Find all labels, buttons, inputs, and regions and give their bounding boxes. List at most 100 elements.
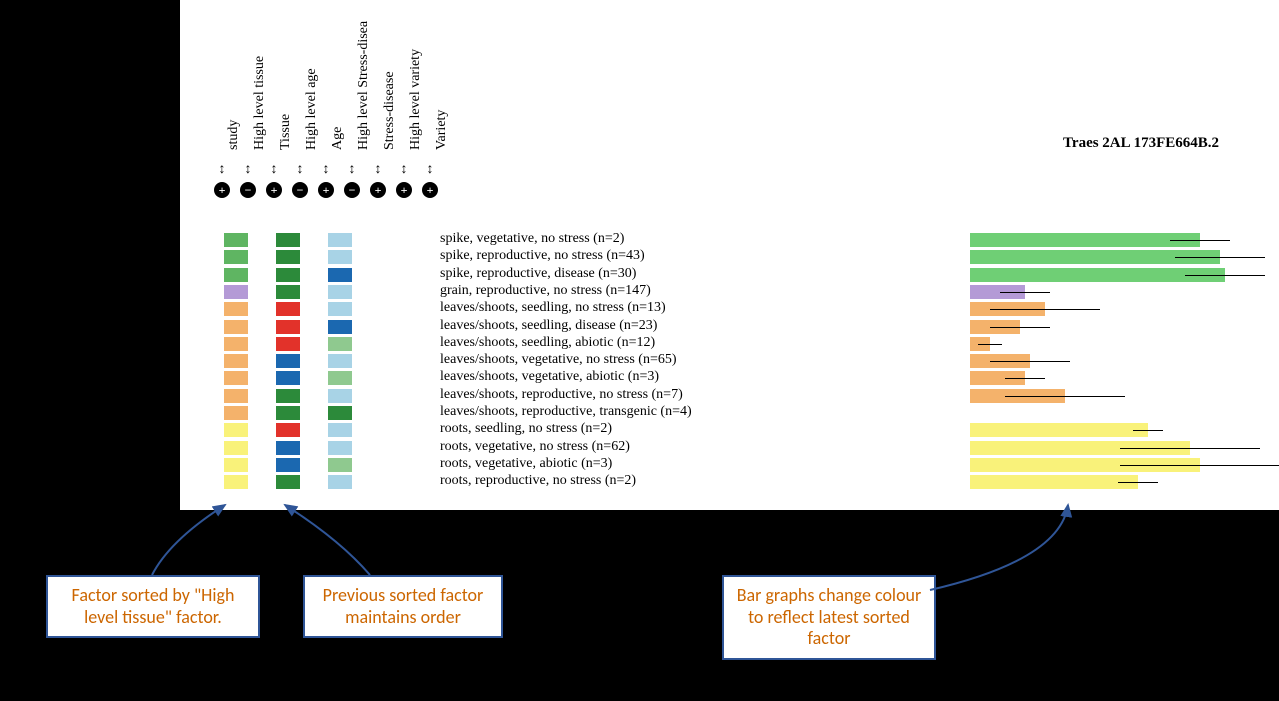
heat-cell [224,441,248,455]
sort-arrow-icon[interactable]: ↕ [219,162,226,178]
row-label: roots, vegetative, no stress (n=62) [440,439,630,455]
data-row: leaves/shoots, vegetative, no stress (n=… [180,353,980,370]
row-label: spike, reproductive, no stress (n=43) [440,248,645,264]
heat-cell [328,475,352,489]
column-label: Stress-disease [382,71,398,150]
sort-arrow-icon[interactable]: ↕ [271,162,278,178]
data-row: spike, reproductive, disease (n=30) [180,267,980,284]
heat-cell [224,406,248,420]
heat-cell [224,302,248,316]
heat-cell [224,389,248,403]
annotation-callout: Previous sorted factor maintains order [303,575,503,638]
heat-cell [224,371,248,385]
data-row: leaves/shoots, vegetative, abiotic (n=3) [180,370,980,387]
row-label: leaves/shoots, vegetative, no stress (n=… [440,352,677,368]
sort-arrow-icon[interactable]: ↕ [375,162,382,178]
column-controls: ↕+ [370,162,386,198]
error-bar [1120,465,1279,466]
sort-arrow-icon[interactable]: ↕ [323,162,330,178]
data-row: grain, reproductive, no stress (n=147) [180,284,980,301]
sort-arrow-icon[interactable]: ↕ [245,162,252,178]
error-bar [990,309,1100,310]
row-label: grain, reproductive, no stress (n=147) [440,283,651,299]
heat-cell [328,285,352,299]
heat-cell [224,337,248,351]
expand-button[interactable]: + [422,182,438,198]
data-row: spike, vegetative, no stress (n=2) [180,232,980,249]
sort-arrow-icon[interactable]: ↕ [427,162,434,178]
heat-cell [276,285,300,299]
row-label: leaves/shoots, seedling, disease (n=23) [440,318,657,334]
expand-button[interactable]: + [370,182,386,198]
heat-cell [328,302,352,316]
collapse-button[interactable]: − [344,182,360,198]
data-row: roots, reproductive, no stress (n=2) [180,474,980,491]
column-controls: ↕+ [318,162,334,198]
error-bar [1118,482,1158,483]
column-controls: ↕+ [266,162,282,198]
column-label: High level Stress-disea [356,21,372,150]
heat-cell [276,233,300,247]
row-label: leaves/shoots, vegetative, abiotic (n=3) [440,369,659,385]
expression-bar [970,475,1138,489]
heat-cell [276,441,300,455]
column-controls: ↕+ [214,162,230,198]
error-bar [1185,275,1265,276]
heat-cell [276,268,300,282]
data-row: leaves/shoots, seedling, disease (n=23) [180,319,980,336]
row-label: spike, reproductive, disease (n=30) [440,266,636,282]
row-label: spike, vegetative, no stress (n=2) [440,231,624,247]
row-label: leaves/shoots, seedling, abiotic (n=12) [440,335,655,351]
heat-cell [224,423,248,437]
expand-button[interactable]: + [266,182,282,198]
data-row: spike, reproductive, no stress (n=43) [180,249,980,266]
column-label: Tissue [278,114,294,150]
heat-cell [328,458,352,472]
heat-cell [328,389,352,403]
heat-cell [276,250,300,264]
data-row: leaves/shoots, reproductive, no stress (… [180,388,980,405]
column-label: High level tissue [252,56,268,150]
heat-cell [328,406,352,420]
heat-cell [276,423,300,437]
column-label: study [226,120,242,150]
expression-panel: study↕+High level tissue↕−Tissue↕+High l… [180,0,1279,510]
heat-cell [224,320,248,334]
row-label: roots, seedling, no stress (n=2) [440,421,612,437]
expand-button[interactable]: + [214,182,230,198]
heat-cell [276,320,300,334]
data-row: leaves/shoots, seedling, no stress (n=13… [180,301,980,318]
heat-cell [328,268,352,282]
collapse-button[interactable]: − [292,182,308,198]
heat-cell [276,337,300,351]
heat-cell [328,423,352,437]
collapse-button[interactable]: − [240,182,256,198]
heat-cell [328,354,352,368]
heat-cell [276,302,300,316]
row-label: roots, reproductive, no stress (n=2) [440,473,636,489]
heat-cell [328,337,352,351]
row-label: roots, vegetative, abiotic (n=3) [440,456,612,472]
heat-cell [224,354,248,368]
column-label: Age [330,127,346,150]
column-label: High level age [304,68,320,150]
heat-cell [276,371,300,385]
sort-arrow-icon[interactable]: ↕ [349,162,356,178]
heat-cell [276,406,300,420]
sort-arrow-icon[interactable]: ↕ [401,162,408,178]
heat-cell [328,371,352,385]
gene-title: Traes 2AL 173FE664B.2 [1063,135,1219,152]
heat-cell [224,285,248,299]
column-label: Variety [434,110,450,150]
error-bar [990,327,1050,328]
annotation-callout: Bar graphs change colour to reflect late… [722,575,936,660]
error-bar [978,344,1002,345]
expand-button[interactable]: + [318,182,334,198]
heat-cell [224,475,248,489]
data-row: roots, vegetative, abiotic (n=3) [180,457,980,474]
column-label: High level variety [408,49,424,150]
heat-cell [328,250,352,264]
error-bar [1170,240,1230,241]
sort-arrow-icon[interactable]: ↕ [297,162,304,178]
expand-button[interactable]: + [396,182,412,198]
